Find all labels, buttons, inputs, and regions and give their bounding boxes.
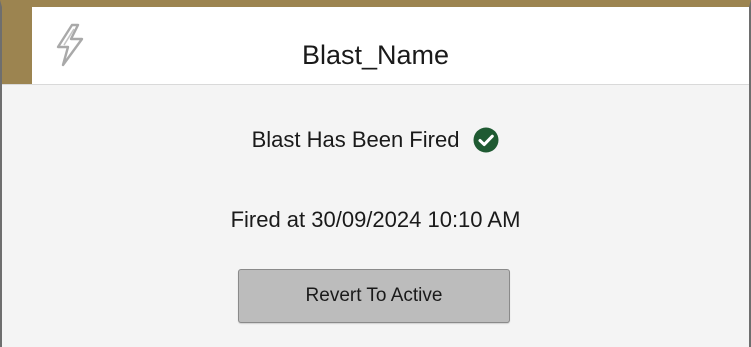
status-label: Blast Has Been Fired (251, 127, 460, 152)
check-circle-icon (473, 127, 499, 153)
page-title: Blast_Name (301, 40, 450, 70)
panel-header: Blast_Name (2, 7, 749, 85)
fired-status: Blast Has Been Fired (2, 125, 749, 155)
revert-to-active-button[interactable]: Revert To Active (238, 269, 510, 323)
blast-status-panel: Blast_Name Blast Has Been Fired Fired at… (0, 0, 751, 347)
fired-timestamp: Fired at 30/09/2024 10:10 AM (230, 207, 521, 232)
